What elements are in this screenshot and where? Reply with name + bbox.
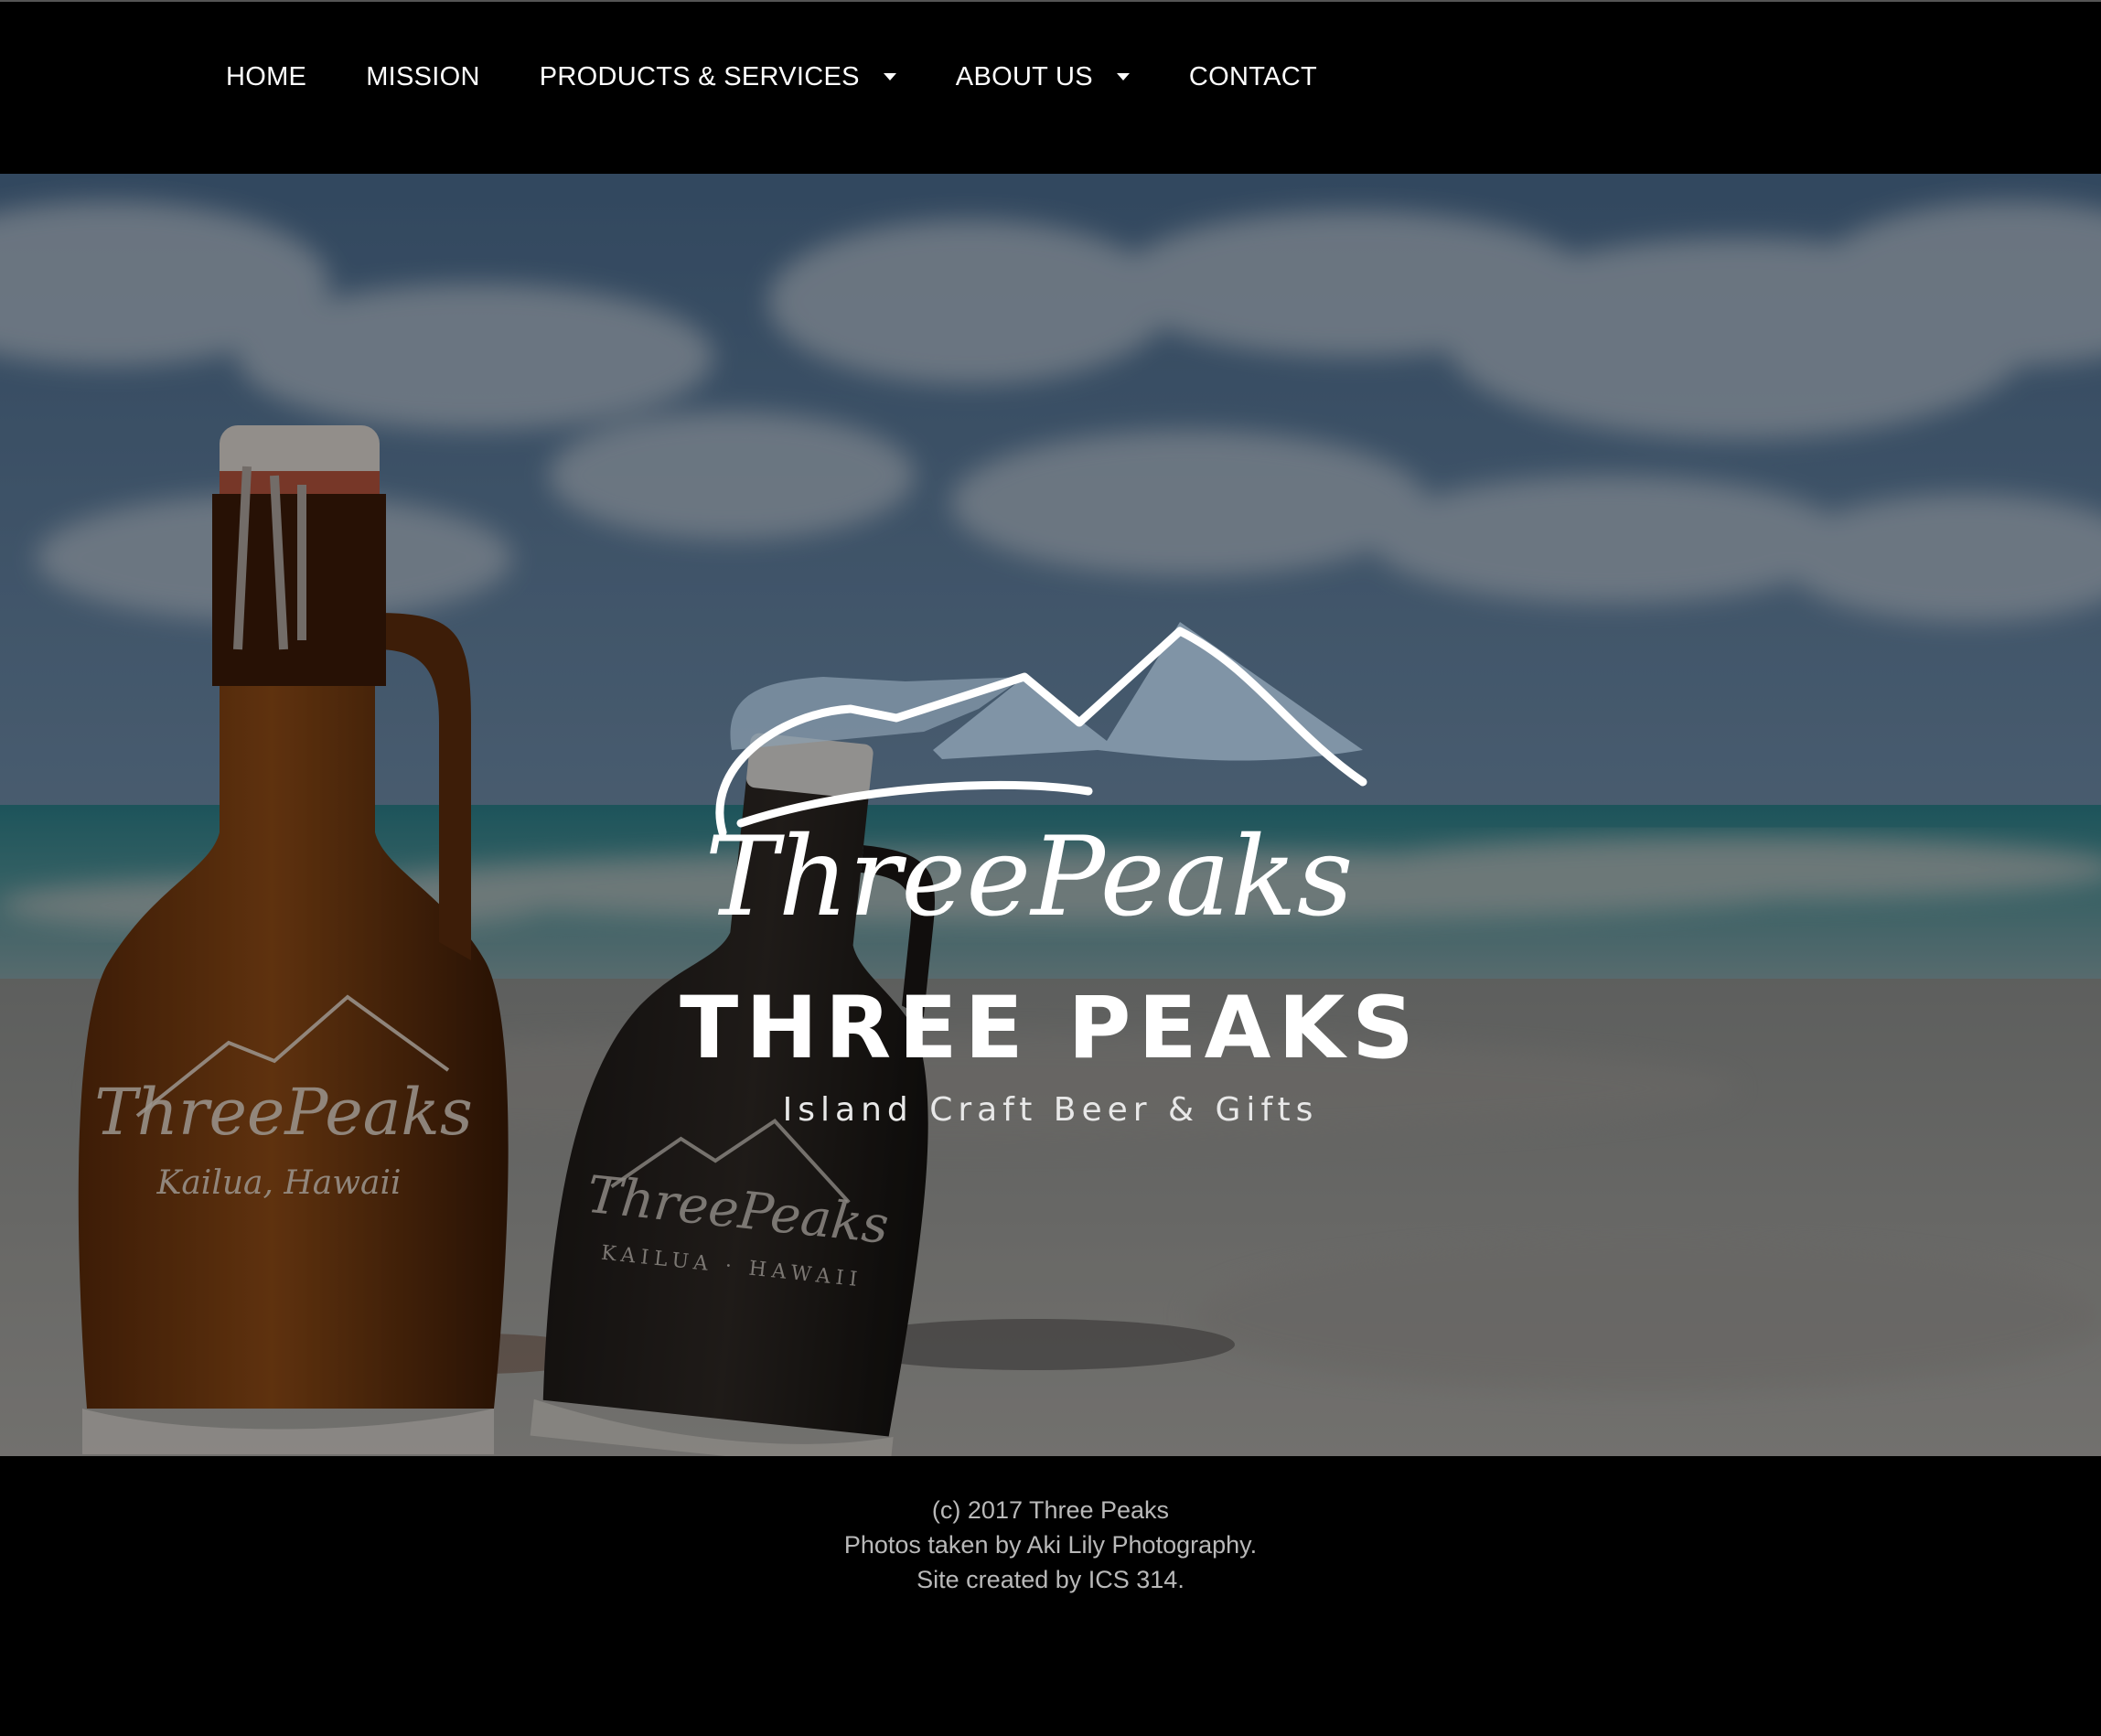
hero-banner: ThreePeaks Kailua, Hawaii ThreePeaks KAI… xyxy=(0,174,2101,1456)
nav-contact[interactable]: CONTACT xyxy=(1189,62,1317,92)
nav-products-services-dropdown[interactable]: PRODUCTS & SERVICES xyxy=(540,62,896,92)
footer-copyright: (c) 2017 Three Peaks xyxy=(931,1496,1170,1524)
page: HOME MISSION PRODUCTS & SERVICES ABOUT U… xyxy=(0,0,2101,1736)
nav-products-services-label: PRODUCTS & SERVICES xyxy=(539,61,860,91)
footer: (c) 2017 Three Peaks Photos taken by Aki… xyxy=(0,1456,2101,1736)
nav-list: HOME MISSION PRODUCTS & SERVICES ABOUT U… xyxy=(226,59,1377,95)
nav-home[interactable]: HOME xyxy=(226,62,306,92)
nav-mission[interactable]: MISSION xyxy=(366,62,480,92)
footer-text: (c) 2017 Three Peaks Photos taken by Aki… xyxy=(0,1493,2101,1597)
footer-site-credit: Site created by ICS 314. xyxy=(917,1566,1184,1593)
brand-name: THREE PEAKS xyxy=(680,979,1421,1078)
tagline: Island Craft Beer & Gifts xyxy=(782,1091,1319,1129)
nav-about-us-label: ABOUT US xyxy=(955,61,1093,91)
nav-about-us-dropdown[interactable]: ABOUT US xyxy=(956,62,1130,92)
top-navbar: HOME MISSION PRODUCTS & SERVICES ABOUT U… xyxy=(0,0,2101,174)
nav-mission-label: MISSION xyxy=(366,61,480,91)
nav-home-label: HOME xyxy=(226,61,307,91)
caret-down-icon xyxy=(1116,73,1130,80)
svg-text:ThreePeaks: ThreePeaks xyxy=(705,814,1354,941)
nav-contact-label: CONTACT xyxy=(1188,61,1318,91)
footer-photo-credit: Photos taken by Aki Lily Photography. xyxy=(843,1531,1258,1559)
caret-down-icon xyxy=(883,73,896,80)
